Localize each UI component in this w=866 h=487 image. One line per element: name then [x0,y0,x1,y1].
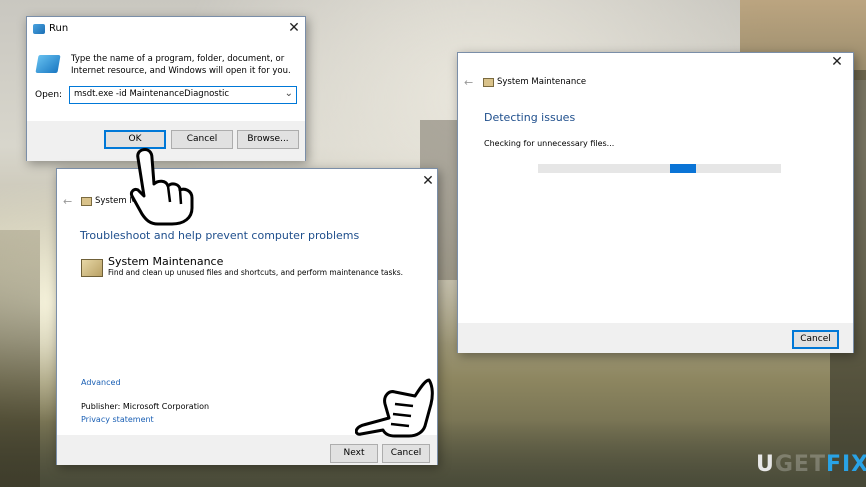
back-arrow-icon[interactable]: ← [63,195,72,208]
back-arrow-icon[interactable]: ← [464,76,473,89]
close-icon[interactable]: ✕ [417,171,439,191]
publisher-text: Publisher: Microsoft Corporation [81,402,210,411]
wizard-heading: Troubleshoot and help prevent computer p… [80,229,360,242]
progress-bar [538,164,781,173]
window-title: Run [49,23,69,34]
hand-pointer-icon [355,378,434,438]
maintenance-item-name[interactable]: System Maintenance [108,255,223,268]
maintenance-item-icon[interactable] [81,259,103,277]
command-input[interactable]: msdt.exe -id MaintenanceDiagnostic ⌄ [69,86,297,104]
status-text: Checking for unnecessary files... [484,139,615,148]
maintenance-item-description: Find and clean up unused files and short… [108,268,404,277]
window-title: System Maintenance [497,77,587,87]
window-footer: Cancel [458,323,853,353]
open-label: Open: [35,90,63,100]
ugetfix-logo: UGETFIX [756,452,866,477]
run-app-icon [33,24,45,34]
progress-indicator [670,164,696,173]
advanced-link[interactable]: Advanced [81,378,121,387]
privacy-statement-link[interactable]: Privacy statement [81,415,154,424]
next-button[interactable]: Next [330,444,378,463]
detecting-heading: Detecting issues [484,111,576,124]
detecting-issues-window: ✕ ← System Maintenance Detecting issues … [457,52,854,353]
command-value[interactable]: msdt.exe -id MaintenanceDiagnostic [74,89,229,99]
cancel-button[interactable]: Cancel [792,330,839,349]
close-icon[interactable]: ✕ [283,18,305,38]
system-maintenance-icon [81,197,92,206]
close-icon[interactable]: ✕ [826,52,848,72]
run-icon [35,55,61,73]
background-column [0,230,40,487]
hand-pointer-icon [130,148,194,226]
cancel-button[interactable]: Cancel [382,444,430,463]
run-description: Type the name of a program, folder, docu… [71,54,291,76]
system-maintenance-icon [483,78,494,87]
browse-button[interactable]: Browse... [237,130,299,149]
chevron-down-icon[interactable]: ⌄ [285,88,293,99]
run-dialog: Run ✕ Type the name of a program, folder… [26,16,306,161]
